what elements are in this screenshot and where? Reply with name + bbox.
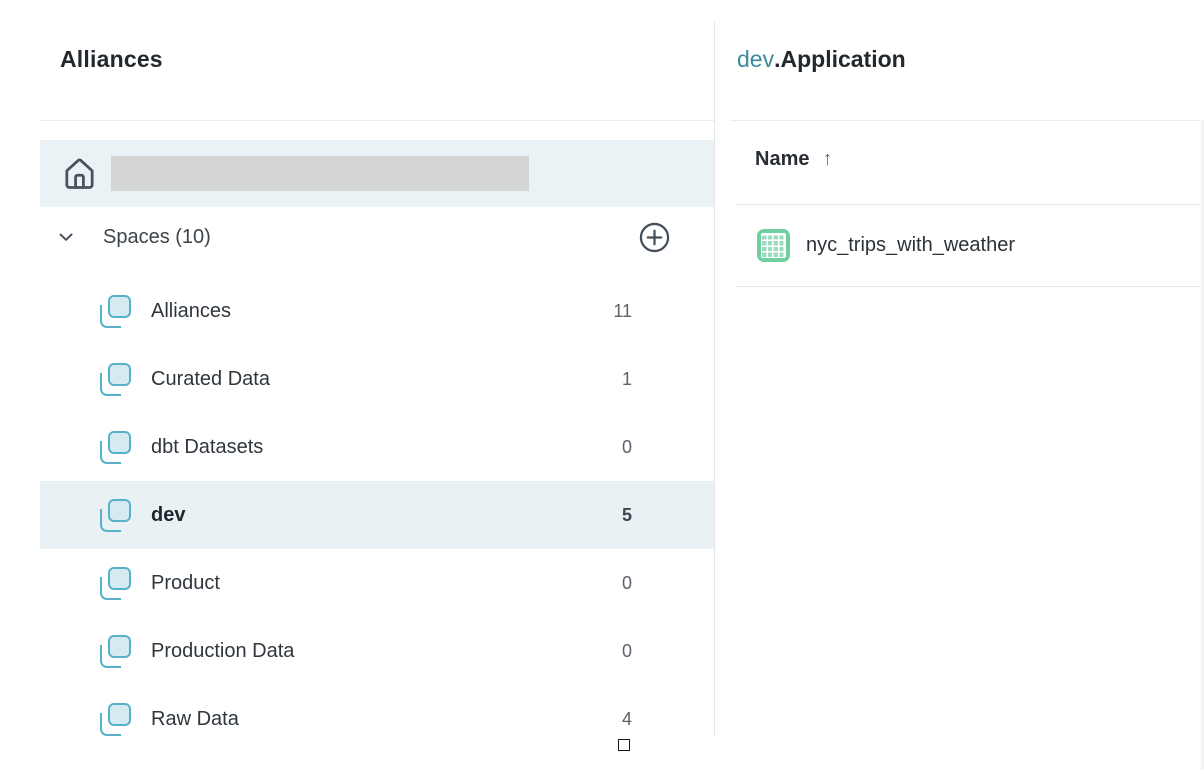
space-name: Curated Data — [151, 368, 270, 391]
space-icon — [100, 431, 131, 464]
space-count: 0 — [622, 641, 632, 662]
space-icon — [100, 635, 131, 668]
home-icon — [60, 154, 99, 193]
space-count: 0 — [622, 437, 632, 458]
catalog-app: Alliances Spaces (10) Alliances 11 — [0, 0, 1204, 770]
home-row[interactable] — [40, 140, 714, 207]
space-count: 4 — [622, 709, 632, 730]
dataset-row[interactable]: nyc_trips_with_weather — [735, 205, 1204, 286]
space-count: 11 — [613, 301, 632, 322]
breadcrumb: dev.Application — [737, 46, 906, 73]
chevron-down-icon[interactable] — [54, 225, 78, 249]
space-row-raw-data[interactable]: Raw Data 4 — [40, 685, 714, 753]
dataset-name: nyc_trips_with_weather — [806, 234, 1015, 257]
space-icon — [100, 363, 131, 396]
space-name: Production Data — [151, 640, 294, 663]
space-icon — [100, 295, 131, 328]
breadcrumb-space-link[interactable]: dev — [737, 46, 774, 72]
space-row-alliances[interactable]: Alliances 11 — [40, 277, 714, 345]
space-row-curated-data[interactable]: Curated Data 1 — [40, 345, 714, 413]
spaces-section-label[interactable]: Spaces (10) — [103, 226, 211, 249]
space-icon — [100, 499, 131, 532]
plus-circle-icon — [637, 220, 672, 255]
stray-square-artifact — [618, 739, 630, 751]
table-icon — [757, 229, 790, 262]
space-name: Product — [151, 572, 220, 595]
space-name: dbt Datasets — [151, 436, 263, 459]
space-name: Alliances — [151, 300, 231, 323]
space-count: 5 — [622, 505, 632, 526]
space-row-production-data[interactable]: Production Data 0 — [40, 617, 714, 685]
space-name: dev — [151, 504, 185, 527]
redacted-breadcrumb-bar — [111, 156, 529, 191]
table-row-divider — [735, 286, 1204, 287]
breadcrumb-entity: Application — [780, 46, 905, 72]
spaces-section-header: Spaces (10) — [40, 212, 714, 262]
main-title-divider — [730, 120, 1204, 121]
space-icon — [100, 567, 131, 600]
space-icon — [100, 703, 131, 736]
sort-ascending-icon: ↑ — [822, 148, 832, 171]
space-row-dbt-datasets[interactable]: dbt Datasets 0 — [40, 413, 714, 481]
space-count: 1 — [622, 369, 632, 390]
main-panel: dev.Application Name ↑ nyc_trips_with_we… — [715, 0, 1204, 770]
space-row-dev[interactable]: dev 5 — [40, 481, 714, 549]
space-list: Alliances 11 Curated Data 1 dbt Datasets… — [40, 277, 714, 753]
sidebar-title: Alliances — [60, 46, 163, 73]
sidebar-title-divider — [40, 120, 714, 121]
sidebar: Alliances Spaces (10) Alliances 11 — [0, 0, 714, 770]
name-column-label: Name — [755, 148, 809, 171]
space-row-product[interactable]: Product 0 — [40, 549, 714, 617]
add-space-button[interactable] — [637, 220, 672, 255]
space-name: Raw Data — [151, 708, 239, 731]
name-column-header[interactable]: Name ↑ — [755, 148, 832, 171]
space-count: 0 — [622, 573, 632, 594]
